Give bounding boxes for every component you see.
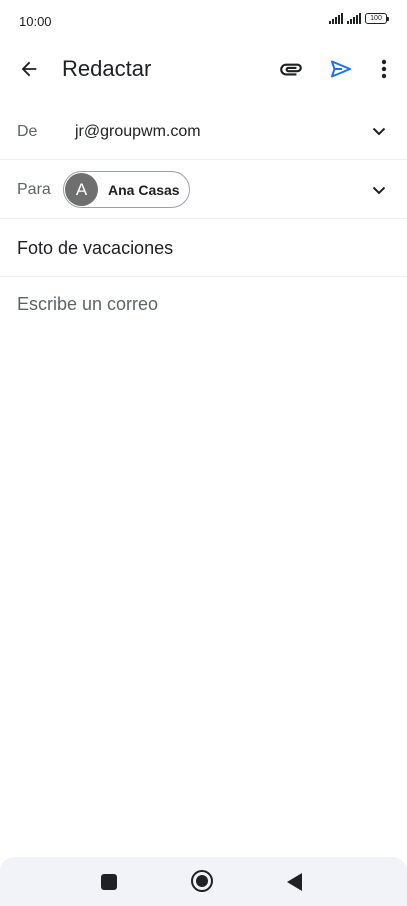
back-arrow-icon — [21, 61, 37, 77]
chevron-down-icon[interactable] — [371, 182, 387, 198]
back-button[interactable] — [14, 54, 44, 84]
body-input[interactable]: Escribe un correo — [17, 294, 387, 315]
avatar: A — [65, 173, 98, 206]
subject-field[interactable]: Foto de vacaciones — [0, 219, 407, 277]
from-value: jr@groupwm.com — [75, 123, 201, 140]
home-circle-icon[interactable] — [191, 870, 213, 892]
system-nav-bar — [0, 857, 407, 906]
chevron-down-icon[interactable] — [371, 123, 387, 139]
status-icons: 100 — [329, 13, 389, 24]
from-field[interactable]: De jr@groupwm.com — [0, 102, 407, 160]
attachment-icon — [280, 63, 302, 76]
battery-icon: 100 — [365, 13, 389, 24]
signal-icon — [329, 13, 343, 24]
status-bar: 10:00 100 — [0, 0, 407, 44]
app-bar: Redactar — [0, 44, 407, 94]
more-vert-icon — [381, 59, 387, 79]
back-triangle-icon[interactable] — [287, 873, 302, 891]
recents-square-icon[interactable] — [101, 874, 117, 890]
signal-icon — [347, 13, 361, 24]
recipient-name: Ana Casas — [108, 181, 180, 198]
to-label: Para — [17, 181, 51, 198]
to-field[interactable]: Para A Ana Casas — [0, 160, 407, 219]
from-label: De — [17, 123, 38, 140]
status-time: 10:00 — [19, 14, 52, 29]
send-icon — [331, 60, 351, 78]
recipient-chip[interactable]: A Ana Casas — [63, 171, 190, 208]
compose-screen: 10:00 100 Redactar De jr@groupwm.com Par… — [0, 0, 407, 906]
subject-value: Foto de vacaciones — [17, 238, 174, 258]
page-title: Redactar — [62, 56, 152, 81]
more-options-button[interactable] — [370, 54, 398, 84]
send-button[interactable] — [326, 54, 356, 84]
attach-button[interactable] — [276, 54, 306, 84]
